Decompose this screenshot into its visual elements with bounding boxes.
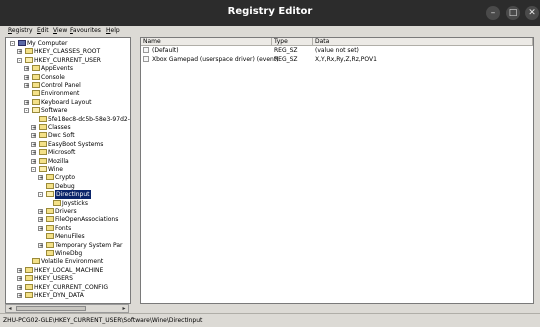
expand-icon[interactable]: +: [31, 133, 36, 139]
expand-icon[interactable]: +: [31, 158, 36, 164]
expand-icon[interactable]: +: [17, 267, 22, 273]
folder-icon: [32, 258, 40, 265]
menu-favourites[interactable]: Favourites: [70, 27, 101, 34]
folder-icon: [46, 208, 54, 214]
folder-icon: [46, 241, 54, 248]
column-header-data[interactable]: Data: [313, 38, 533, 46]
expand-icon[interactable]: +: [17, 49, 22, 55]
folder-icon: [46, 233, 54, 240]
collapse-icon[interactable]: -: [38, 192, 43, 198]
window-title: Registry Editor: [227, 6, 313, 17]
string-value-icon: [143, 56, 149, 62]
tree-node[interactable]: + HKEY_DYN_DATA: [17, 291, 126, 300]
value-row[interactable]: (Default) REG_SZ (value not set): [141, 46, 533, 55]
collapse-icon[interactable]: -: [24, 108, 29, 114]
values-list[interactable]: Name Type Data (Default) REG_SZ (value not…: [140, 37, 534, 304]
expand-icon[interactable]: +: [24, 74, 29, 80]
expand-icon[interactable]: +: [24, 99, 29, 105]
expand-icon[interactable]: +: [31, 141, 36, 147]
folder-icon: [32, 73, 40, 80]
folder-icon: [46, 174, 54, 181]
close-button[interactable]: ✕: [525, 6, 539, 20]
folder-icon: [46, 250, 54, 256]
tree-node-label: HKEY_DYN_DATA: [34, 292, 84, 299]
tree-horizontal-scrollbar[interactable]: ◂ ▸: [5, 304, 129, 313]
value-data: X,Y,Rx,Ry,Z,Rz,POV1: [315, 56, 377, 63]
folder-icon: [25, 283, 33, 290]
menu-edit[interactable]: Edit: [37, 27, 49, 34]
status-path: ZHU-PCG02-GLE\HKEY_CURRENT_USER\Software…: [3, 317, 203, 324]
expand-icon[interactable]: +: [31, 150, 36, 156]
folder-icon: [39, 124, 47, 130]
folder-icon: [39, 157, 47, 164]
collapse-icon[interactable]: -: [10, 41, 15, 47]
title-bar: Registry Editor – □ ✕: [0, 0, 540, 26]
status-bar: ZHU-PCG02-GLE\HKEY_CURRENT_USER\Software…: [0, 313, 540, 327]
folder-open-icon: [46, 191, 54, 198]
folder-icon: [46, 216, 54, 223]
value-row[interactable]: Xbox Gamepad (userspace driver) (event) R…: [141, 55, 533, 64]
scroll-left-icon[interactable]: ◂: [6, 305, 14, 312]
folder-open-icon: [32, 107, 40, 114]
folder-icon: [39, 149, 47, 156]
menu-view[interactable]: View: [53, 27, 67, 34]
registry-tree[interactable]: - My Computer + HKEY_CLASSES_ROOT - HKEY_CURR…: [5, 37, 131, 304]
folder-icon: [32, 98, 40, 105]
maximize-button[interactable]: □: [506, 6, 520, 20]
folder-icon: [32, 90, 40, 97]
folder-icon: [32, 65, 40, 72]
expand-icon[interactable]: +: [17, 284, 22, 290]
collapse-icon[interactable]: -: [31, 167, 36, 173]
folder-open-icon: [39, 166, 47, 172]
string-value-icon: [143, 47, 149, 53]
folder-icon: [46, 182, 54, 189]
expand-icon[interactable]: +: [17, 276, 22, 282]
folder-icon: [25, 266, 33, 273]
value-type: REG_SZ: [274, 47, 298, 54]
expand-icon[interactable]: +: [38, 242, 43, 248]
scroll-thumb[interactable]: [16, 306, 86, 311]
registry-editor-window: Registry Editor – □ ✕ Registry Edit View…: [0, 0, 540, 327]
expand-icon[interactable]: +: [24, 83, 29, 89]
column-header-type[interactable]: Type: [272, 38, 313, 46]
expand-icon[interactable]: +: [38, 175, 43, 181]
value-name: Xbox Gamepad (userspace driver) (event): [152, 56, 279, 63]
folder-icon: [53, 199, 61, 206]
column-header-name[interactable]: Name: [141, 38, 272, 46]
menu-help[interactable]: Help: [106, 27, 120, 34]
expand-icon[interactable]: +: [38, 225, 43, 231]
expand-icon[interactable]: +: [17, 293, 22, 299]
expand-icon[interactable]: +: [38, 217, 43, 223]
collapse-icon[interactable]: -: [17, 57, 22, 63]
folder-icon: [25, 48, 33, 55]
folder-icon: [39, 132, 47, 139]
value-data: (value not set): [315, 47, 359, 54]
folder-icon: [39, 115, 47, 122]
expand-icon[interactable]: +: [24, 66, 29, 72]
value-name: (Default): [152, 47, 179, 54]
scroll-right-icon[interactable]: ▸: [120, 305, 128, 312]
menu-bar: Registry Edit View Favourites Help: [0, 26, 540, 36]
expand-icon[interactable]: +: [31, 125, 36, 131]
expand-icon[interactable]: +: [38, 209, 43, 215]
minimize-button[interactable]: –: [486, 6, 500, 20]
folder-icon: [46, 224, 54, 231]
value-type: REG_SZ: [274, 56, 298, 63]
folder-icon: [39, 140, 47, 147]
folder-icon: [32, 82, 40, 88]
folder-icon: [25, 292, 33, 298]
folder-icon: [25, 275, 33, 282]
folder-open-icon: [25, 56, 33, 63]
menu-registry[interactable]: Registry: [8, 27, 33, 34]
computer-icon: [18, 40, 26, 46]
